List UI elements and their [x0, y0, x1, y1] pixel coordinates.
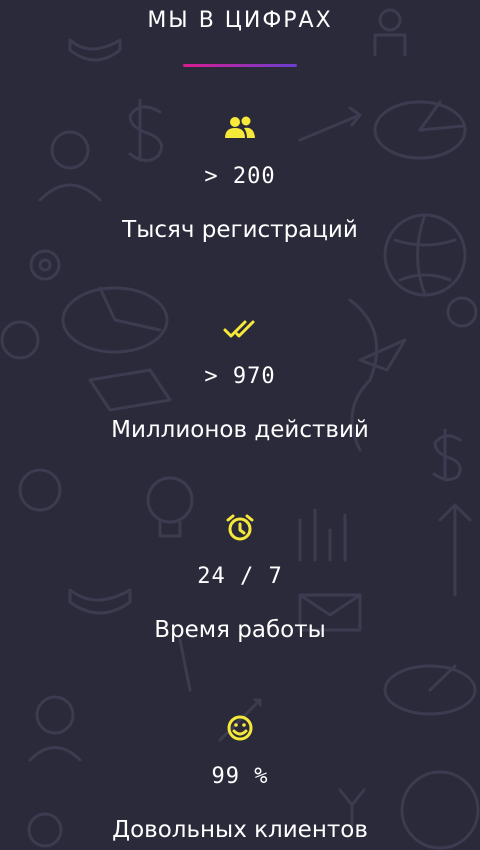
stat-uptime: 24 / 7 Время работы: [0, 514, 480, 643]
title-underline: [183, 64, 297, 67]
stats-section: МЫ В ЦИФРАХ > 200 Тысяч регистраций > 97…: [0, 0, 480, 850]
stat-value: 24 / 7: [197, 564, 283, 589]
stat-registrations: > 200 Тысяч регистраций: [0, 114, 480, 243]
stat-value: > 200: [204, 164, 276, 189]
stat-label: Довольных клиентов: [112, 817, 368, 843]
stat-actions: > 970 Миллионов действий: [0, 314, 480, 443]
section-title: МЫ В ЦИФРАХ: [147, 8, 333, 33]
people-icon: [225, 116, 255, 138]
stat-label: Время работы: [154, 617, 326, 643]
alarm-clock-icon: [226, 514, 254, 541]
smiley-face-icon: [227, 715, 253, 741]
stat-satisfaction: 99 % Довольных клиентов: [0, 714, 480, 843]
double-check-icon: [223, 320, 255, 338]
stat-value: > 970: [204, 364, 276, 389]
stat-label: Миллионов действий: [111, 417, 369, 443]
stat-value: 99 %: [211, 764, 269, 789]
stat-label: Тысяч регистраций: [122, 217, 358, 243]
